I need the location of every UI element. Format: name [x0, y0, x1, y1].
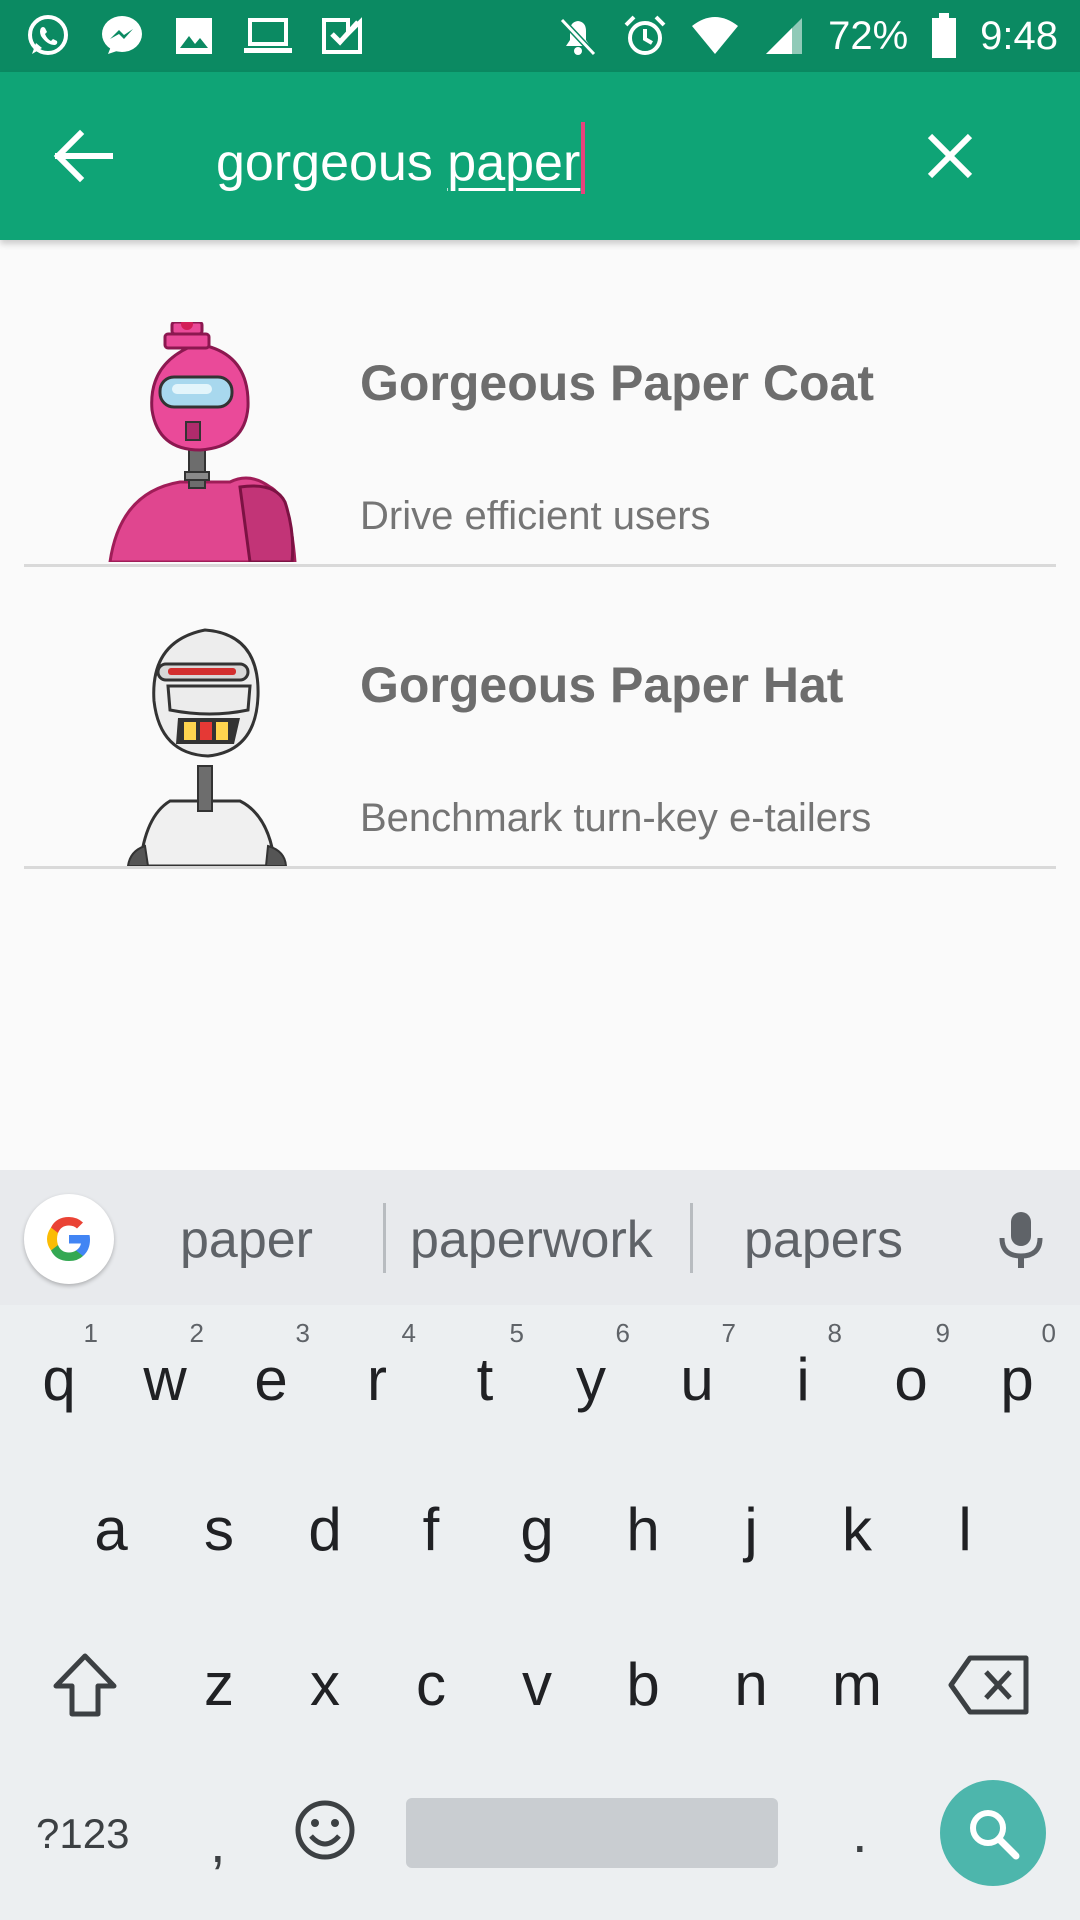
key-n[interactable]: n	[706, 1625, 796, 1745]
shift-icon	[53, 1653, 117, 1717]
messenger-icon	[98, 12, 146, 60]
emoji-icon	[295, 1800, 355, 1860]
key-k[interactable]: k	[812, 1470, 902, 1590]
query-composing-word: paper	[447, 134, 581, 192]
search-input[interactable]: gorgeous paper	[216, 122, 586, 194]
suggestion-item[interactable]: paper	[180, 1210, 313, 1270]
key-letter: t	[476, 1346, 494, 1413]
suggestion-divider	[383, 1203, 386, 1273]
key-d[interactable]: d	[280, 1470, 370, 1590]
key-e[interactable]: e3	[226, 1318, 316, 1440]
key-z[interactable]: z	[174, 1625, 264, 1745]
key-q[interactable]: q1	[14, 1318, 104, 1440]
clock: 9:48	[980, 14, 1058, 58]
search-icon	[970, 1810, 1020, 1860]
key-y[interactable]: y6	[546, 1318, 636, 1440]
key-hint: 7	[721, 1318, 736, 1348]
battery-icon	[930, 13, 958, 59]
period-key[interactable]: .	[852, 1800, 868, 1865]
backspace-key[interactable]	[946, 1625, 1036, 1745]
suggestion-strip: paper paperwork papers	[0, 1170, 1080, 1305]
key-letter: y	[576, 1346, 606, 1413]
key-letter: u	[680, 1346, 714, 1413]
battery-percent: 72%	[828, 14, 909, 58]
query-text: gorgeous	[216, 134, 448, 192]
key-letter: w	[143, 1346, 187, 1413]
white-robot-image	[126, 628, 288, 866]
key-r[interactable]: r4	[332, 1318, 422, 1440]
key-hint: 4	[401, 1318, 416, 1348]
comma-key[interactable]: ,	[210, 1810, 226, 1875]
key-letter: q	[42, 1346, 76, 1413]
suggestion-divider	[690, 1203, 693, 1273]
key-p[interactable]: p0	[972, 1318, 1062, 1440]
whatsapp-icon	[24, 12, 72, 60]
key-hint: 3	[295, 1318, 310, 1348]
key-hint: 5	[509, 1318, 524, 1348]
key-i[interactable]: i8	[758, 1318, 848, 1440]
arrow-back-icon	[53, 129, 113, 183]
key-o[interactable]: o9	[866, 1318, 956, 1440]
soft-keyboard: paper paperwork papers q1 w2 e3 r4 t5 y6…	[0, 1170, 1080, 1920]
close-icon	[927, 133, 973, 179]
signal-icon	[762, 14, 806, 58]
result-subtitle: Drive efficient users	[360, 494, 711, 538]
pink-robot-image	[108, 322, 297, 562]
text-cursor	[581, 122, 586, 194]
key-b[interactable]: b	[598, 1625, 688, 1745]
key-letter: o	[894, 1346, 928, 1413]
key-x[interactable]: x	[280, 1625, 370, 1745]
shift-key[interactable]	[40, 1625, 130, 1745]
microphone-icon[interactable]	[996, 1210, 1046, 1270]
backspace-icon	[948, 1655, 1029, 1715]
result-subtitle: Benchmark turn-key e-tailers	[360, 796, 872, 840]
key-hint: 9	[935, 1318, 950, 1348]
key-u[interactable]: u7	[652, 1318, 742, 1440]
key-hint: 1	[83, 1318, 98, 1348]
key-f[interactable]: f	[386, 1470, 476, 1590]
suggestion-item[interactable]: paperwork	[410, 1210, 653, 1270]
alarm-icon	[622, 13, 668, 59]
image-icon	[172, 14, 216, 58]
key-h[interactable]: h	[598, 1470, 688, 1590]
key-m[interactable]: m	[812, 1625, 902, 1745]
key-t[interactable]: t5	[440, 1318, 530, 1440]
key-letter: r	[367, 1346, 387, 1413]
back-button[interactable]	[52, 128, 116, 184]
key-hint: 0	[1041, 1318, 1056, 1348]
emoji-key[interactable]	[280, 1772, 370, 1892]
key-letter: e	[254, 1346, 288, 1413]
key-hint: 2	[189, 1318, 204, 1348]
result-title: Gorgeous Paper Coat	[360, 355, 874, 411]
key-hint: 6	[615, 1318, 630, 1348]
key-v[interactable]: v	[492, 1625, 582, 1745]
result-item[interactable]: Gorgeous Paper Hat Benchmark turn-key e-…	[24, 564, 1056, 869]
result-title: Gorgeous Paper Hat	[360, 657, 844, 713]
key-l[interactable]: l	[920, 1470, 1010, 1590]
key-g[interactable]: g	[492, 1470, 582, 1590]
search-app-bar: gorgeous paper	[0, 72, 1080, 240]
key-letter: p	[1000, 1346, 1034, 1413]
key-w[interactable]: w2	[120, 1318, 210, 1440]
space-key[interactable]	[406, 1798, 778, 1868]
laptop-icon	[242, 14, 294, 58]
google-icon[interactable]	[24, 1194, 114, 1284]
search-key[interactable]	[940, 1780, 1046, 1886]
bell-off-icon	[556, 14, 600, 58]
status-bar: 72% 9:48	[0, 0, 1080, 72]
key-hint: 8	[827, 1318, 842, 1348]
wifi-icon	[690, 14, 740, 58]
result-item[interactable]: Gorgeous Paper Coat Drive efficient user…	[24, 262, 1056, 567]
clear-button[interactable]	[920, 126, 980, 186]
key-s[interactable]: s	[174, 1470, 264, 1590]
key-letter: i	[796, 1346, 810, 1413]
suggestion-item[interactable]: papers	[744, 1210, 903, 1270]
tasks-icon	[320, 14, 364, 58]
key-a[interactable]: a	[66, 1470, 156, 1590]
symbols-key[interactable]: ?123	[36, 1810, 129, 1858]
key-j[interactable]: j	[706, 1470, 796, 1590]
key-c[interactable]: c	[386, 1625, 476, 1745]
